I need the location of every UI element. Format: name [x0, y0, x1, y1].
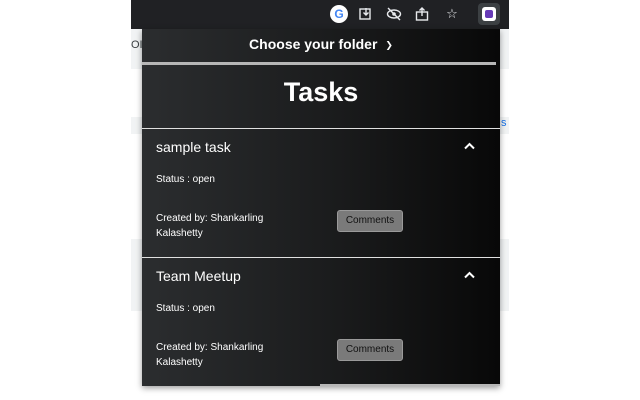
- comments-button[interactable]: Comments: [337, 210, 403, 232]
- google-icon[interactable]: G: [330, 5, 348, 23]
- install-icon[interactable]: [357, 5, 375, 23]
- tasks-popup: Choose your folder ❯ Tasks sample task St…: [142, 29, 500, 386]
- background-snippet-right: s: [501, 117, 507, 129]
- task-status: Status : open: [156, 303, 215, 314]
- chevron-up-icon[interactable]: [464, 138, 475, 153]
- share-icon[interactable]: [413, 5, 431, 23]
- task-card: Team Meetup Status : open Created by: Sh…: [142, 257, 500, 386]
- task-created-by: Created by: Shankarling Kalashetty: [156, 213, 264, 239]
- chevron-down-icon: ❯: [385, 39, 393, 50]
- extension-logo: [482, 7, 496, 21]
- task-card: sample task Status : open Created by: Sh…: [142, 128, 500, 257]
- extension-icon[interactable]: [478, 3, 500, 25]
- chevron-up-icon[interactable]: [464, 267, 475, 282]
- task-status: Status : open: [156, 174, 215, 185]
- comments-button[interactable]: Comments: [337, 339, 403, 361]
- page-title: Tasks: [283, 77, 359, 107]
- folder-select[interactable]: Choose your folder ❯: [142, 36, 500, 52]
- task-name: Team Meetup: [156, 268, 241, 284]
- task-created-by: Created by: Shankarling Kalashetty: [156, 342, 264, 368]
- folder-select-label: Choose your folder: [249, 36, 378, 52]
- scroll-indicator: [320, 384, 500, 386]
- browser-toolbar: G ☆: [131, 0, 509, 29]
- background-snippet-left: OI: [131, 39, 143, 51]
- header-divider: [142, 62, 496, 65]
- star-icon[interactable]: ☆: [443, 5, 461, 23]
- hide-icon[interactable]: [385, 5, 403, 23]
- task-name: sample task: [156, 139, 231, 155]
